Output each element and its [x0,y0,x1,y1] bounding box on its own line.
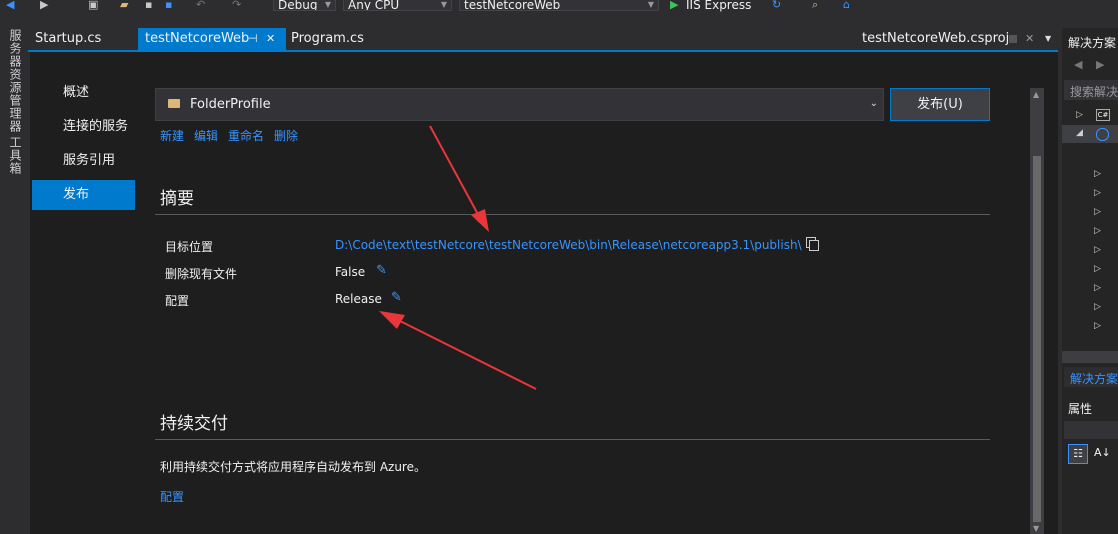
arrow-head-icon [379,311,405,329]
arrow-to-configuration [399,320,537,390]
arrow-to-target-location [429,125,481,219]
arrow-head-icon [471,209,489,232]
annotation-arrows [379,125,537,390]
